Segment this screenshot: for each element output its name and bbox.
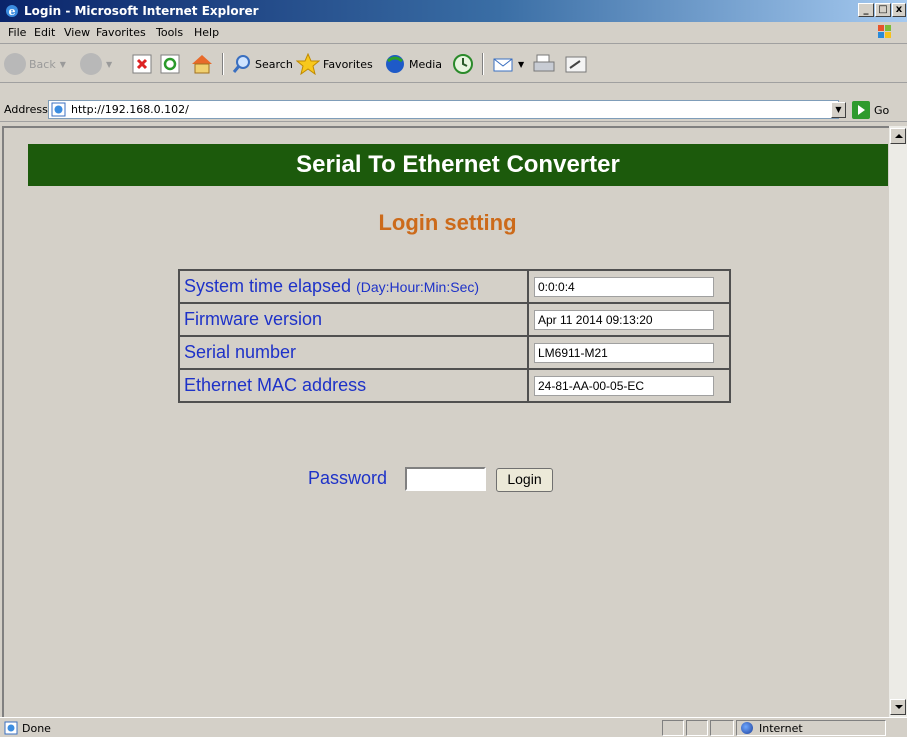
refresh-icon: [160, 54, 180, 74]
menu-view[interactable]: View: [64, 26, 90, 39]
windows-flag-icon: [878, 25, 891, 38]
status-panel: [662, 720, 684, 736]
serial-number-field: LM6911-M21: [534, 342, 714, 363]
firmware-version-field: Apr 11 2014 09:13:20: [534, 309, 714, 330]
search-button[interactable]: Search: [232, 51, 293, 77]
scroll-down-button[interactable]: [890, 699, 906, 715]
menu-edit[interactable]: Edit: [34, 26, 55, 39]
home-icon: [192, 55, 212, 74]
stop-button[interactable]: [132, 51, 152, 77]
vertical-scrollbar[interactable]: [889, 126, 907, 717]
mail-button[interactable]: ▼: [492, 51, 524, 77]
info-label: Ethernet MAC address: [178, 368, 529, 403]
close-button[interactable]: x: [892, 3, 906, 17]
scroll-up-button[interactable]: [890, 128, 906, 144]
menu-file[interactable]: File: [8, 26, 26, 39]
back-label: Back: [29, 57, 56, 71]
info-value-cell: LM6911-M21: [527, 335, 731, 370]
menu-tools[interactable]: Tools: [156, 26, 183, 39]
go-button[interactable]: Go: [852, 100, 889, 120]
address-bar: Address http://192.168.0.102/ ▼ Go: [0, 98, 907, 122]
info-label: Firmware version: [178, 302, 529, 337]
home-button[interactable]: [190, 51, 214, 77]
minimize-button[interactable]: _: [858, 3, 874, 17]
favorites-button[interactable]: Favorites: [296, 51, 373, 77]
history-button[interactable]: [452, 51, 474, 77]
password-input[interactable]: [405, 467, 486, 491]
search-icon: [232, 55, 250, 73]
globe-icon: [741, 722, 753, 734]
status-panel: [710, 720, 734, 736]
refresh-button[interactable]: [160, 51, 180, 77]
zone-label: Internet: [759, 722, 803, 735]
status-text: Done: [22, 722, 51, 735]
printer-icon: [533, 54, 555, 72]
toolbar-separator: [482, 53, 484, 75]
forward-button[interactable]: ▼: [80, 51, 112, 77]
edit-page-icon: [565, 56, 587, 73]
title-bar: e Login - Microsoft Internet Explorer _ …: [0, 0, 907, 22]
menu-help[interactable]: Help: [194, 26, 219, 39]
forward-arrow-icon: [80, 53, 102, 75]
page-banner: Serial To Ethernet Converter: [28, 144, 888, 186]
media-icon: [386, 55, 404, 73]
window-title: Login - Microsoft Internet Explorer: [24, 4, 259, 18]
address-label: Address: [4, 103, 48, 116]
go-arrow-icon: [852, 101, 870, 119]
info-value-cell: 0:0:0:4: [527, 269, 731, 304]
stop-icon: [132, 54, 152, 74]
password-label: Password: [308, 468, 388, 488]
back-button[interactable]: Back ▼: [4, 51, 66, 77]
info-label-text: System time elapsed: [184, 276, 352, 296]
media-label: Media: [409, 57, 443, 71]
toolbar-separator: [222, 53, 224, 75]
back-arrow-icon: [4, 53, 26, 75]
security-zone: Internet: [736, 720, 886, 736]
device-info-table: System time elapsed (Day:Hour:Min:Sec) 0…: [178, 269, 731, 403]
internet-explorer-icon: e: [6, 5, 18, 18]
mail-icon: [493, 58, 513, 72]
go-label: Go: [874, 103, 890, 117]
info-value-cell: Apr 11 2014 09:13:20: [527, 302, 731, 337]
forward-dropdown-icon: ▼: [106, 59, 113, 69]
table-row: Serial number LM6911-M21: [178, 335, 731, 370]
menu-bar: File Edit View Favorites Tools Help: [0, 22, 907, 44]
info-label-suffix: (Day:Hour:Min:Sec): [356, 279, 480, 295]
table-row: Firmware version Apr 11 2014 09:13:20: [178, 302, 731, 337]
address-url: http://192.168.0.102/: [71, 103, 189, 116]
media-button[interactable]: Media: [384, 51, 442, 77]
mac-address-field: 24-81-AA-00-05-EC: [534, 375, 714, 396]
print-button[interactable]: [532, 51, 556, 77]
address-input[interactable]: http://192.168.0.102/: [48, 100, 839, 119]
svg-text:e: e: [9, 5, 16, 18]
favorites-label: Favorites: [323, 57, 373, 71]
table-row: System time elapsed (Day:Hour:Min:Sec) 0…: [178, 269, 731, 304]
info-label: Serial number: [178, 335, 529, 370]
toolbar: Back ▼ ▼ Search Favorites Media ▼: [0, 45, 907, 83]
star-icon: [296, 53, 320, 75]
maximize-button[interactable]: □: [875, 3, 891, 17]
back-dropdown-icon: ▼: [59, 59, 66, 69]
login-button[interactable]: Login: [496, 468, 553, 492]
page-icon: [51, 102, 66, 117]
history-icon: [453, 54, 473, 74]
search-label: Search: [255, 57, 293, 71]
status-panel: [686, 720, 708, 736]
page-done-icon: [4, 721, 18, 735]
table-row: Ethernet MAC address 24-81-AA-00-05-EC: [178, 368, 731, 403]
status-bar: Done Internet: [0, 717, 907, 737]
page-content: Serial To Ethernet Converter Login setti…: [2, 126, 889, 717]
page-heading: Login setting: [378, 210, 517, 235]
address-dropdown-button[interactable]: ▼: [831, 102, 846, 118]
mail-dropdown-icon: ▼: [518, 59, 525, 69]
system-time-field: 0:0:0:4: [534, 276, 714, 297]
edit-button[interactable]: [564, 51, 588, 77]
info-value-cell: 24-81-AA-00-05-EC: [527, 368, 731, 403]
menu-favorites[interactable]: Favorites: [96, 26, 146, 39]
info-label: System time elapsed (Day:Hour:Min:Sec): [178, 269, 529, 304]
